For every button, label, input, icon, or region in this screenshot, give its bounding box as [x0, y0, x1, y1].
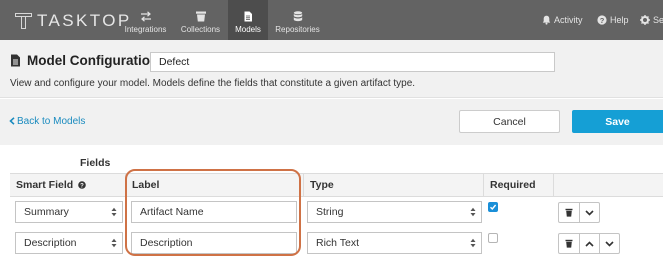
- column-header-actions: [553, 173, 663, 197]
- type-value: String: [316, 206, 344, 218]
- check-icon: [490, 204, 497, 211]
- swap-arrows-icon: [140, 11, 151, 22]
- fields-heading: Fields: [80, 157, 111, 169]
- type-value: Rich Text: [316, 237, 359, 249]
- nav-collections-label: Collections: [180, 25, 221, 34]
- question-circle-icon[interactable]: ?: [78, 181, 86, 189]
- settings-link[interactable]: Settings: [640, 13, 663, 27]
- gear-icon: [640, 15, 650, 25]
- label-header-label: Label: [132, 179, 160, 191]
- page-description: View and configure your model. Models de…: [10, 78, 416, 89]
- move-down-button[interactable]: [579, 203, 599, 222]
- trash-bin-icon: [195, 11, 206, 22]
- svg-text:?: ?: [80, 183, 84, 189]
- nav-integrations[interactable]: Integrations: [118, 0, 173, 40]
- required-checkbox[interactable]: [488, 202, 498, 212]
- select-arrows-icon: [470, 207, 476, 217]
- type-select[interactable]: Rich Text: [307, 232, 482, 254]
- chevron-down-icon: [585, 209, 594, 216]
- activity-label: Activity: [554, 15, 583, 25]
- smart-field-value: Summary: [24, 206, 69, 218]
- select-arrows-icon: [111, 238, 117, 248]
- column-header-required: Required: [483, 173, 553, 197]
- model-name-input[interactable]: [150, 52, 555, 72]
- type-select[interactable]: String: [307, 201, 482, 223]
- select-arrows-icon: [470, 238, 476, 248]
- nav-repositories-label: Repositories: [275, 25, 320, 34]
- required-checkbox[interactable]: [488, 233, 498, 243]
- help-circle-icon: ?: [597, 15, 607, 25]
- smart-field-value: Description: [24, 237, 77, 249]
- required-header-label: Required: [490, 179, 536, 191]
- back-to-models-link[interactable]: Back to Models: [9, 116, 85, 127]
- logo-mark-icon: [14, 12, 34, 30]
- smart-field-select[interactable]: Description: [15, 232, 123, 254]
- type-header-label: Type: [310, 179, 334, 191]
- column-header-type: Type: [303, 173, 483, 197]
- delete-row-button[interactable]: [559, 203, 579, 222]
- save-button[interactable]: Save: [572, 110, 663, 133]
- model-header: Model Configuration View and configure y…: [0, 40, 663, 98]
- row-actions: [558, 202, 600, 223]
- top-navigation-bar: TASKTOP Integrations Collections Models …: [0, 0, 663, 40]
- nav-repositories[interactable]: Repositories: [270, 0, 325, 40]
- database-icon: [293, 11, 302, 22]
- chevron-down-icon: [605, 240, 614, 247]
- tasktop-logo[interactable]: TASKTOP: [14, 12, 132, 30]
- select-arrows-icon: [111, 207, 117, 217]
- smart-field-select[interactable]: Summary: [15, 201, 123, 223]
- trash-icon: [565, 208, 573, 217]
- page-title: Model Configuration: [27, 53, 159, 68]
- chevron-up-icon: [585, 240, 594, 247]
- row-actions: [558, 233, 620, 254]
- back-to-models-label: Back to Models: [17, 116, 86, 127]
- label-input[interactable]: [131, 232, 297, 254]
- trash-icon: [565, 239, 573, 248]
- move-up-button[interactable]: [579, 234, 599, 253]
- nav-collections[interactable]: Collections: [173, 0, 228, 40]
- document-icon: [11, 54, 20, 67]
- delete-row-button[interactable]: [559, 234, 579, 253]
- chevron-left-icon: [9, 117, 15, 125]
- svg-text:?: ?: [600, 16, 605, 25]
- cancel-button[interactable]: Cancel: [459, 110, 560, 133]
- document-icon: [244, 11, 252, 22]
- activity-link[interactable]: Activity: [542, 13, 583, 27]
- smart-field-header-label: Smart Field: [16, 179, 74, 191]
- settings-label: Settings: [653, 15, 663, 25]
- column-header-smart-field: Smart Field ?: [10, 173, 125, 197]
- move-down-button[interactable]: [599, 234, 619, 253]
- action-bar: Back to Models Cancel Save: [0, 99, 663, 145]
- nav-models[interactable]: Models: [228, 0, 268, 40]
- nav-models-label: Models: [235, 25, 261, 34]
- help-link[interactable]: ? Help: [597, 13, 629, 27]
- label-input[interactable]: [131, 201, 297, 223]
- column-header-label: Label: [125, 173, 303, 197]
- nav-integrations-label: Integrations: [124, 25, 167, 34]
- bell-icon: [542, 15, 551, 25]
- help-label: Help: [610, 15, 629, 25]
